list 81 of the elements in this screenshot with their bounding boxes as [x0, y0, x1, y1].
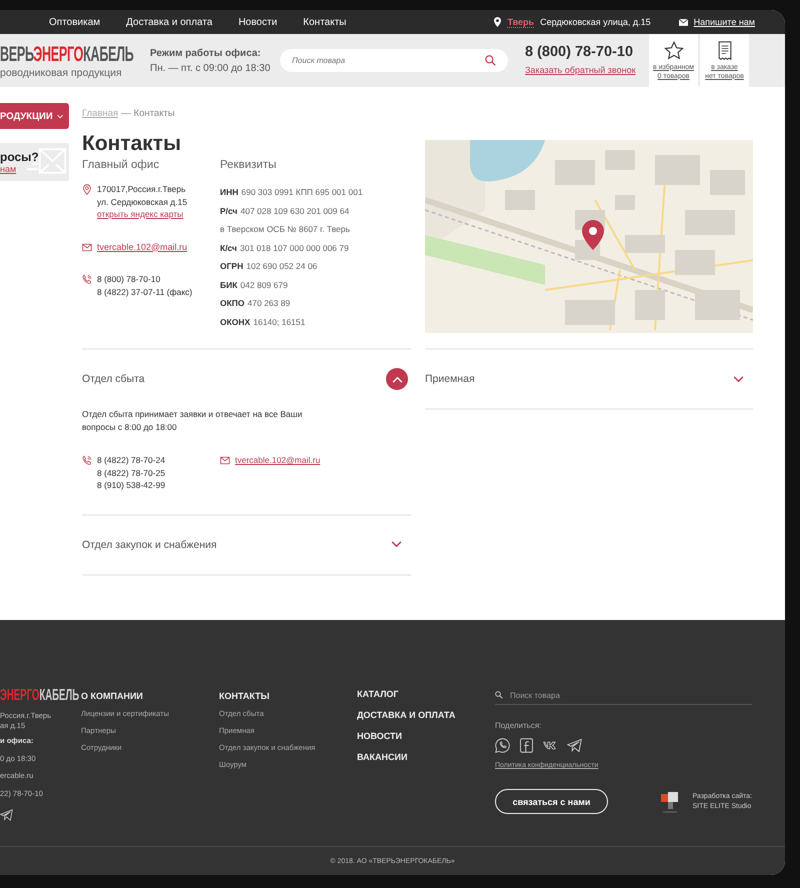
phone-number: 8 (910) 538-42-99	[97, 479, 166, 492]
requisite-label: К/сч	[220, 242, 237, 254]
requisite-value: 301 018 107 000 000 006 79	[240, 242, 349, 254]
address-text: Сердюковская улица, д.15	[540, 17, 651, 27]
search-icon[interactable]	[485, 55, 496, 66]
requisite-value: 690 303 0991 КПП 695 001 001	[241, 186, 363, 199]
section-heading: Реквизиты	[220, 159, 278, 171]
requisite-label: ИНН	[220, 186, 238, 199]
requisite-value: 102 690 052 24 06	[246, 260, 318, 273]
nav-link[interactable]: Оптовикам	[49, 16, 100, 28]
city-link[interactable]: Тверь	[507, 16, 534, 28]
location-pin-icon	[494, 17, 502, 27]
footer-logo[interactable]: ЭНЕРГОКАБЕЛЬ	[0, 686, 80, 706]
share-label: Поделиться:	[495, 721, 542, 730]
requisite-label: Р/сч	[220, 204, 238, 218]
chevron-down-icon	[732, 376, 744, 382]
collapse-button[interactable]	[386, 368, 408, 390]
facebook-icon[interactable]	[519, 738, 534, 753]
envelope-icon	[82, 242, 92, 252]
phone-number: 8 (4822) 78-70-24	[97, 454, 166, 466]
section-heading: Главный офис	[82, 159, 160, 171]
footer-heading[interactable]: ВАКАНСИИ	[357, 752, 495, 762]
requisite-label: ОКПО	[220, 297, 245, 310]
telegram-icon[interactable]	[0, 809, 13, 822]
email-link[interactable]: tvercable.102@mail.ru	[97, 240, 188, 253]
email-link[interactable]: tvercable.102@mail.ru	[235, 454, 320, 466]
location-pin-icon	[82, 184, 92, 195]
star-icon	[664, 40, 684, 60]
requisite-value: 16140; 16151	[253, 316, 306, 328]
accordion-title[interactable]: Приемная	[425, 373, 475, 385]
breadcrumb-separator: —	[121, 108, 131, 119]
page-title: Контакты	[82, 133, 182, 155]
phone-number: 8 (800) 78-70-10	[97, 273, 160, 286]
search-field[interactable]: Поиск товара	[508, 690, 752, 700]
search-icon	[495, 691, 503, 699]
department-description: Отдел сбыта принимает заявки и отвечает на все Ваши вопросы с 8:00 до 18:00	[82, 408, 304, 434]
logo-tagline: роводниковая продукция	[0, 67, 123, 80]
requisite-label: БИК	[220, 278, 238, 292]
nav-link[interactable]: Доставка и оплата	[126, 16, 212, 28]
phone-icon	[82, 455, 92, 466]
phone-number: 8 (800) 78-70-10	[525, 44, 634, 60]
office-hours-title: Режим работы офиса:	[150, 48, 262, 58]
phone-icon	[82, 274, 92, 285]
accordion-title[interactable]: Отдел закупок и снабжения	[82, 538, 217, 550]
accordion-title[interactable]: Отдел сбыта	[82, 373, 145, 385]
office-hours: Пн. — пт. с 09:00 до 18:30	[150, 62, 272, 74]
question-title: росы?	[0, 150, 40, 164]
telegram-icon[interactable]	[567, 738, 582, 753]
address-line: ул. Сердюковская д.15	[97, 196, 188, 208]
callback-link[interactable]: Заказать обратный звонок	[525, 64, 636, 74]
catalog-button[interactable]: РОДУКЦИИ	[0, 103, 69, 129]
whatsapp-icon[interactable]	[495, 738, 510, 753]
footer-heading[interactable]: КОНТАКТЫ	[219, 691, 357, 701]
contact-us-button[interactable]: связаться с нами	[495, 789, 608, 814]
requisite-value: 042 809 679	[240, 278, 288, 292]
requisite-label: ОГРН	[220, 260, 244, 273]
chevron-up-icon	[392, 376, 402, 382]
company-logo[interactable]: ВЕРЬЭНЕРГОКАБЕЛЬ	[0, 42, 134, 68]
map-link[interactable]: открыть яндекс карты	[97, 208, 184, 220]
footer-heading[interactable]: КАТАЛОГ	[357, 689, 495, 699]
chevron-down-icon	[56, 114, 63, 118]
search-field[interactable]: Поиск товара	[280, 49, 508, 72]
footer-heading[interactable]: ДОСТАВКА И ОПЛАТА	[357, 710, 495, 720]
requisite-value: в Тверском ОСБ № 8607 г. Тверь	[220, 223, 350, 236]
envelope-icon	[220, 455, 230, 466]
nav-link[interactable]: Новости	[238, 16, 278, 28]
requisite-value: 470 263 89	[248, 297, 290, 310]
requisite-label: ОКОНХ	[220, 316, 250, 328]
footer-heading[interactable]: О КОМПАНИИ	[81, 691, 219, 701]
question-link[interactable]: нам	[0, 164, 16, 174]
chevron-down-icon	[390, 541, 402, 548]
studio-logo-icon[interactable]	[660, 790, 680, 812]
envelope-icon	[678, 18, 688, 26]
phone-number: 8 (4822) 78-70-25	[97, 466, 166, 479]
footer-heading[interactable]: НОВОСТИ	[357, 731, 495, 741]
nav-link[interactable]: Контакты	[303, 16, 346, 28]
phone-number: 8 (4822) 37-07-11 (факс)	[97, 286, 192, 298]
breadcrumb-current: Контакты	[134, 108, 175, 119]
address-line: 170017,Россия.г.Тверь	[97, 183, 186, 196]
write-us-link[interactable]: Напишите нам	[694, 17, 755, 27]
requisite-value: 407 028 109 630 201 009 64	[240, 204, 350, 218]
